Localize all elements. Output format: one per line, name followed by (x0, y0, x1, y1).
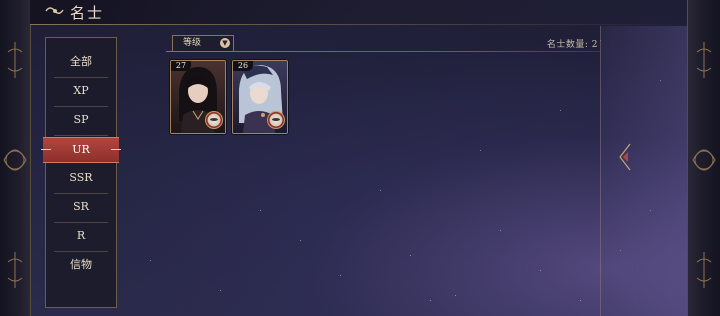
chevron-down-icon: ▼ (220, 38, 230, 48)
swirl-emblem-icon (45, 7, 64, 14)
sort-label: 等级 (183, 38, 202, 48)
right-side-panel (600, 26, 689, 316)
frame-ornament-icon (3, 149, 27, 171)
sidebar-item-label: XP (73, 84, 89, 97)
divider (54, 222, 108, 223)
expand-left-arrow-icon[interactable] (617, 143, 631, 171)
frame-ornament-icon (696, 42, 712, 78)
sidebar-item-label: SP (73, 113, 89, 126)
sidebar-item-ur[interactable]: UR (41, 137, 121, 163)
sidebar-item-sp[interactable]: SP (46, 108, 116, 136)
divider (54, 135, 108, 136)
frame-ornament-icon (7, 252, 23, 288)
sidebar-item-label: 全部 (70, 55, 92, 68)
right-ornate-frame (687, 0, 720, 316)
frame-ornament-icon (696, 252, 712, 288)
divider (54, 77, 108, 78)
eye-icon (205, 111, 223, 129)
character-card[interactable]: 26 (232, 60, 288, 134)
frame-ornament-icon (692, 149, 716, 171)
sidebar-item-xp[interactable]: XP (46, 79, 116, 107)
sidebar-item-label: SR (73, 200, 89, 213)
divider (54, 193, 108, 194)
page-title: 名士 (70, 4, 105, 22)
sidebar-item-sr[interactable]: SR (46, 195, 116, 223)
divider (54, 251, 108, 252)
sidebar-item-ssr[interactable]: SSR (46, 166, 116, 194)
frame-ornament-icon (7, 42, 23, 78)
character-card[interactable]: 27 (170, 60, 226, 134)
eye-icon (267, 111, 285, 129)
level-badge: 26 (233, 61, 253, 71)
rarity-sidebar: 全部 XP SP UR SSR SR R 信物 (41, 37, 121, 308)
selection-marker-left (41, 149, 51, 150)
divider (54, 106, 108, 107)
sidebar-item-r[interactable]: R (46, 224, 116, 252)
sidebar-item-all[interactable]: 全部 (46, 50, 116, 78)
sidebar-item-label: 信物 (70, 258, 92, 271)
left-ornate-frame (0, 0, 31, 316)
character-count: 名士数量: 2 (546, 40, 598, 50)
title-divider (30, 24, 688, 25)
header-divider (166, 51, 600, 52)
sidebar-item-label: UR (72, 143, 90, 156)
selection-marker-right (111, 149, 121, 150)
sidebar-item-token[interactable]: 信物 (46, 253, 116, 277)
sidebar-item-label: SSR (69, 171, 93, 184)
game-screen: 名士 全部 XP SP UR SSR SR R 信物 等级 ▼ 名士数量: 2 … (0, 0, 720, 316)
level-badge: 27 (171, 61, 191, 71)
level-sort-dropdown[interactable]: 等级 ▼ (172, 35, 234, 52)
sidebar-item-label: R (76, 229, 86, 242)
title-bar (30, 0, 688, 24)
